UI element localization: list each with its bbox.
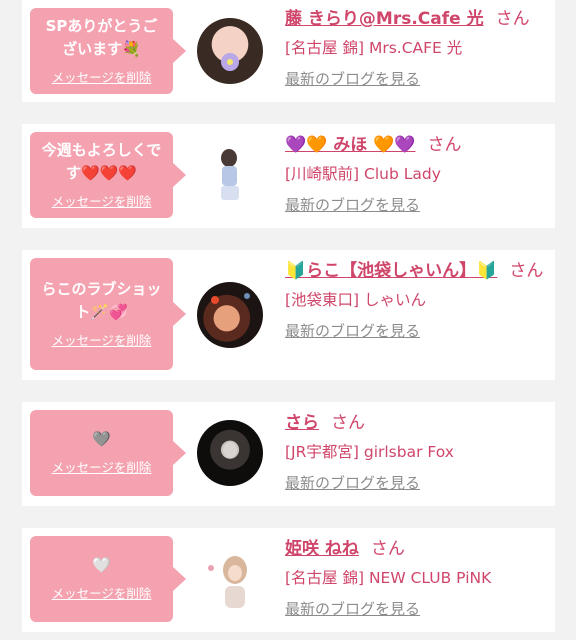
profile-info: 藤 きらり@Mrs.Cafe 光さん [名古屋 錦] Mrs.CAFE 光 最新… — [285, 6, 550, 89]
name-line: 藤 きらり@Mrs.Cafe 光さん — [285, 6, 550, 32]
honorific: さん — [427, 135, 462, 155]
avatar[interactable] — [197, 420, 263, 486]
profile-info: 姫咲 ねね さん [名古屋 錦] NEW CLUB PiNK 最新のブログを見る — [285, 536, 550, 619]
message-bubble: らこのラブショット🪄💞 メッセージを削除 — [30, 258, 186, 370]
profile-info: 🔰らこ【池袋しゃいん】🔰 さん [池袋東口] しゃいん 最新のブログを見る — [285, 258, 550, 341]
message-text: 🤍 — [92, 556, 111, 574]
avatar[interactable] — [197, 282, 263, 348]
message-text: 🩶 — [92, 430, 111, 448]
view-blog-link[interactable]: 最新のブログを見る — [285, 598, 420, 619]
view-blog-link[interactable]: 最新のブログを見る — [285, 194, 420, 215]
honorific: さん — [370, 539, 405, 559]
message-bubble: SPありがとうございます💐 メッセージを削除 — [30, 8, 186, 94]
profile-info: さら さん [JR宇都宮] girlsbar Fox 最新のブログを見る — [285, 410, 550, 493]
delete-message-link[interactable]: メッセージを削除 — [52, 67, 152, 86]
shop-label: [池袋東口] しゃいん — [285, 291, 427, 309]
shop-label: [JR宇都宮] girlsbar Fox — [285, 443, 454, 461]
message-card: 🩶 メッセージを削除 さら さん [JR宇都宮] girlsbar Fox 最新の… — [22, 402, 555, 506]
honorific: さん — [509, 261, 544, 281]
message-bubble: 🤍 メッセージを削除 — [30, 536, 186, 622]
view-blog-link[interactable]: 最新のブログを見る — [285, 68, 420, 89]
avatar[interactable] — [197, 18, 263, 84]
message-bubble: 今週もよろしくです❤️❤️❤️ メッセージを削除 — [30, 132, 186, 218]
delete-message-link[interactable]: メッセージを削除 — [52, 583, 152, 602]
message-text: 今週もよろしくです❤️❤️❤️ — [41, 140, 162, 182]
honorific: さん — [495, 9, 530, 29]
profile-name-link[interactable]: さら — [285, 413, 319, 433]
message-text: らこのラブショット🪄💞 — [41, 279, 162, 321]
view-blog-link[interactable]: 最新のブログを見る — [285, 472, 420, 493]
message-text: SPありがとうございます💐 — [45, 16, 158, 58]
name-line: 💜🧡 みほ 🧡💜 さん — [285, 132, 550, 158]
avatar-photo — [223, 442, 237, 458]
avatar[interactable] — [197, 546, 263, 612]
name-line: さら さん — [285, 410, 550, 436]
avatar-photo — [221, 53, 239, 71]
profile-name-link[interactable]: 🔰らこ【池袋しゃいん】🔰 — [285, 261, 497, 281]
message-card: SPありがとうございます💐 メッセージを削除 藤 きらり@Mrs.Cafe 光さ… — [22, 0, 555, 102]
profile-name-link[interactable]: 💜🧡 みほ 🧡💜 — [285, 135, 416, 155]
avatar-photo — [211, 293, 250, 304]
profile-name-link[interactable]: 藤 きらり@Mrs.Cafe 光 — [285, 9, 484, 29]
message-card: 🤍 メッセージを削除 姫咲 ねね さん [名古屋 錦] NEW CLUB PiNK… — [22, 528, 555, 632]
profile-info: 💜🧡 みほ 🧡💜 さん [川崎駅前] Club Lady 最新のブログを見る — [285, 132, 550, 215]
avatar-photo — [221, 149, 239, 200]
shop-label: [名古屋 錦] Mrs.CAFE 光 — [285, 39, 463, 57]
name-line: 姫咲 ねね さん — [285, 536, 550, 562]
delete-message-link[interactable]: メッセージを削除 — [52, 191, 152, 210]
shop-label: [名古屋 錦] NEW CLUB PiNK — [285, 569, 492, 587]
profile-name-link[interactable]: 姫咲 ねね — [285, 539, 359, 559]
name-line: 🔰らこ【池袋しゃいん】🔰 さん — [285, 258, 550, 284]
shop-label: [川崎駅前] Club Lady — [285, 165, 441, 183]
message-card: 今週もよろしくです❤️❤️❤️ メッセージを削除 💜🧡 みほ 🧡💜 さん [川崎駅… — [22, 124, 555, 228]
message-bubble: 🩶 メッセージを削除 — [30, 410, 186, 496]
delete-message-link[interactable]: メッセージを削除 — [52, 330, 152, 349]
honorific: さん — [331, 413, 365, 433]
view-blog-link[interactable]: 最新のブログを見る — [285, 320, 420, 341]
delete-message-link[interactable]: メッセージを削除 — [52, 457, 152, 476]
avatar[interactable] — [197, 142, 263, 208]
message-card: らこのラブショット🪄💞 メッセージを削除 🔰らこ【池袋しゃいん】🔰 さん [池袋東… — [22, 250, 555, 380]
avatar-photo — [208, 556, 247, 608]
